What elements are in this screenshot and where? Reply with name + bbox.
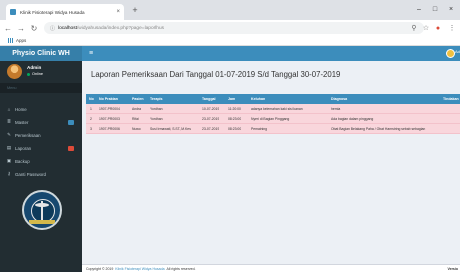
maximize-window-button[interactable]: □ [428, 3, 442, 15]
user-avatar [7, 64, 22, 79]
address-bar[interactable]: ⓘ localhost /widyahusada/index.php?page=… [44, 22, 424, 34]
cell-pasien: Rifai [132, 117, 139, 121]
cell-terapis: Susi Irmawati, S.ST.,M.Kes [150, 127, 191, 131]
master-badge [68, 119, 74, 125]
cell-keluhan: Nyeri di Bagian Pinggang [251, 117, 290, 121]
col-header-tindakan: Tindakan [443, 97, 459, 101]
cell-no: 1 [90, 107, 92, 111]
cell-no-praktan: 1907-PR0004 [99, 107, 120, 111]
page-title: Laporan Pemeriksaan Dari Tanggal 01-07-2… [91, 70, 341, 79]
sidebar-item-laporan[interactable]: ▤ Laporan [0, 143, 82, 153]
sidebar-item-label: Backup [15, 158, 30, 164]
reload-icon[interactable]: ↻ [28, 22, 40, 34]
cell-tanggal: 23-07-2019 [202, 127, 220, 131]
cell-diagnosa: Ada bagian dalam pinggang [331, 117, 374, 121]
col-header-no-praktan: No Praktan [99, 97, 118, 101]
cell-jam: 08:23:00 [228, 127, 242, 131]
minimize-window-button[interactable]: – [412, 3, 426, 15]
cell-no: 2 [90, 117, 92, 121]
cell-no: 3 [90, 127, 92, 131]
cell-keluhan: adanya kelemahan kaki sisi kanan [251, 107, 303, 111]
footer-copyright: Copyright © 2019 [86, 266, 114, 271]
clinic-logo [22, 190, 62, 230]
bookmarks-bar: Apps [0, 36, 460, 46]
browser-menu-icon[interactable]: ⋮ [446, 22, 458, 34]
browser-tab-title: Klinik Fisioterapi Widya Husada [20, 9, 85, 15]
col-header-terapis: Terapis [150, 97, 163, 101]
sidebar-toggle-icon[interactable]: ≡ [86, 48, 96, 58]
cell-jam: 08:23:00 [228, 117, 242, 121]
sidebar-item-pemeriksaan[interactable]: ✎ Pemeriksaan [0, 130, 82, 140]
site-favicon-icon [10, 9, 16, 15]
cell-no-praktan: 1907-PR0003 [99, 117, 120, 121]
bookmark-star-icon[interactable]: ☆ [420, 22, 432, 34]
col-header-tanggal: Tanggal [202, 97, 216, 101]
sidebar-item-master[interactable]: ≣ Master [0, 117, 82, 127]
col-header-no: No [89, 97, 94, 101]
col-header-pasien: Pasien [132, 97, 144, 101]
cell-pasien: Andra [132, 107, 142, 111]
cell-diagnosa: hemia [331, 107, 341, 111]
close-tab-icon[interactable]: × [116, 9, 120, 15]
cell-diagnosa: Obat Bagian Belakang Paha / Obat Hamstri… [331, 127, 426, 131]
home-icon: ⌂ [7, 106, 11, 112]
user-status: Online [27, 72, 43, 76]
sidebar-item-label: Ganti Password [15, 171, 46, 177]
close-window-button[interactable]: × [444, 3, 458, 15]
apps-grid-icon [8, 38, 13, 43]
url-host: localhost [58, 25, 77, 31]
cell-no-praktan: 1907-PR0006 [99, 127, 120, 131]
cell-terapis: Yordhan [150, 107, 163, 111]
sidebar-item-ganti-password[interactable]: ⚷ Ganti Password [0, 169, 82, 179]
online-dot-icon [27, 72, 30, 76]
col-header-jam: Jam [228, 97, 236, 101]
cell-terapis: Yordhan [150, 117, 163, 121]
footer-version: Versio [447, 266, 458, 271]
cell-pasien: Nuwo [132, 127, 141, 131]
search-icon[interactable]: ⚲ [408, 22, 420, 34]
cell-keluhan: Pemaining [251, 127, 268, 131]
footer-rights: All rights reserved. [166, 266, 196, 271]
user-status-label: Online [32, 72, 43, 76]
sidebar-item-label: Laporan [15, 145, 32, 151]
extension-icon[interactable]: ● [432, 22, 444, 34]
sidebar-item-label: Master [15, 119, 29, 125]
url-path: /widyahusada/index.php?page=laporlhus [76, 25, 165, 31]
database-icon: ≣ [7, 119, 11, 124]
report-icon: ▤ [6, 145, 12, 150]
col-header-diagnosa: Diagnosa [331, 97, 348, 101]
top-user-avatar[interactable] [446, 49, 455, 58]
cell-jam: 11:20:00 [228, 107, 241, 111]
forward-arrow-icon[interactable]: → [15, 22, 27, 34]
user-name: Admin [27, 65, 42, 70]
sidebar-item-label: Pemeriksaan [15, 132, 41, 138]
menu-header: Menu [0, 83, 82, 93]
col-header-keluhan: Keluhan [251, 97, 266, 101]
sidebar-item-label: Home [15, 106, 27, 112]
backup-icon: ▣ [6, 158, 12, 163]
laporan-badge [68, 145, 74, 151]
bookmark-apps[interactable]: Apps [16, 38, 26, 43]
back-arrow-icon[interactable]: ← [2, 22, 14, 34]
info-icon: ⓘ [50, 25, 56, 32]
edit-icon: ✎ [7, 132, 11, 137]
browser-tab[interactable]: Klinik Fisioterapi Widya Husada × [6, 4, 124, 20]
top-navbar [82, 46, 460, 61]
app-brand[interactable]: Physio Clinic WH [0, 46, 82, 61]
new-tab-button[interactable]: + [129, 4, 141, 16]
key-icon: ⚷ [7, 171, 11, 176]
page-footer: Copyright © 2019 Klinik Fisioterapi Widy… [82, 264, 460, 272]
sidebar-item-backup[interactable]: ▣ Backup [0, 156, 82, 166]
top-user-name[interactable]: Ad [455, 49, 460, 54]
footer-link[interactable]: Klinik Fisioterapi Widya Husada [115, 267, 164, 271]
sidebar-item-home[interactable]: ⌂ Home [0, 104, 82, 114]
cell-tanggal: 10-07-2019 [202, 107, 220, 111]
cell-tanggal: 23-07-2019 [202, 117, 220, 121]
